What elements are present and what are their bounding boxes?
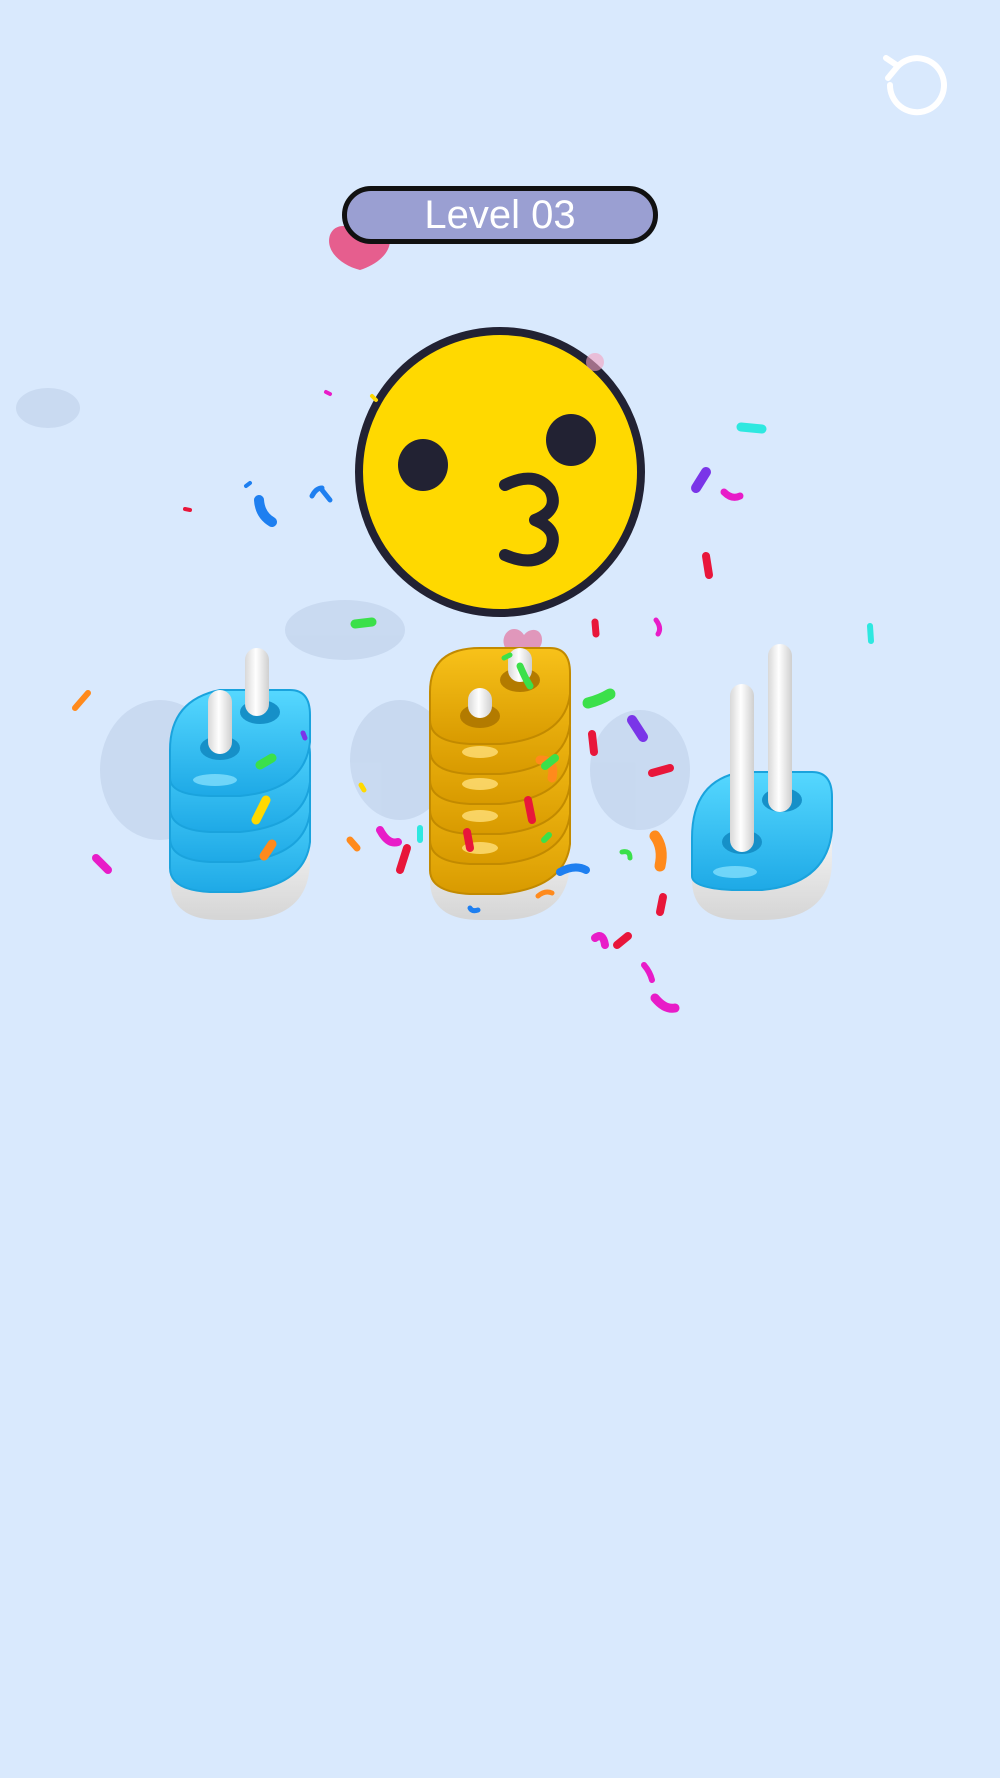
blue-rings [169, 689, 311, 893]
ring [169, 689, 311, 797]
game-scene [16, 225, 874, 1013]
left-stack[interactable] [169, 648, 311, 920]
right-stack[interactable] [691, 644, 833, 920]
blue-rings [691, 771, 833, 891]
level-indicator: Level 03 [342, 186, 658, 244]
middle-stack[interactable] [429, 647, 571, 920]
kissing-face-emoji [355, 327, 645, 617]
